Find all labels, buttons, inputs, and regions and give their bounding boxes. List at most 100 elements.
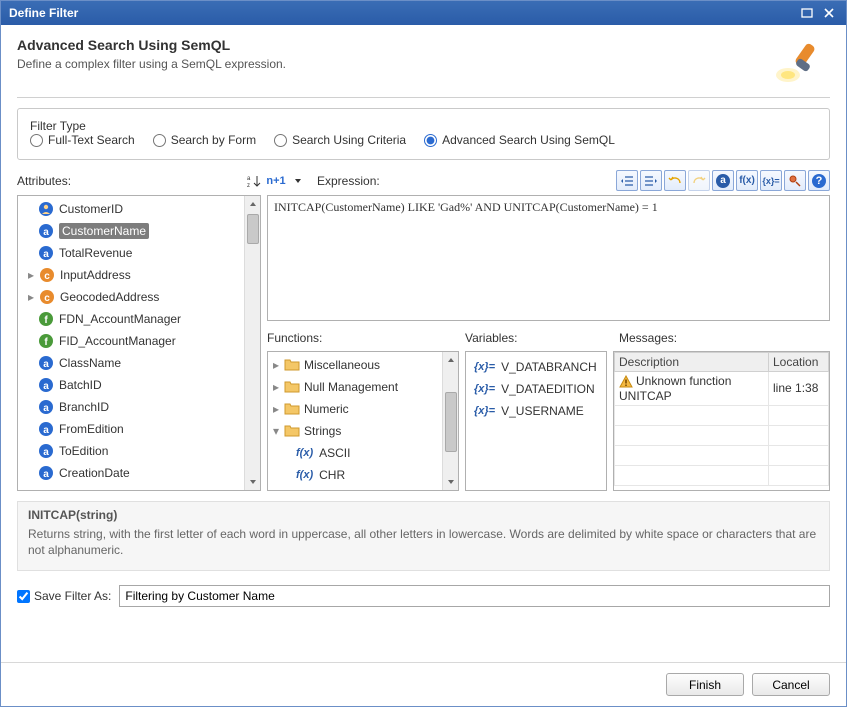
disclosure-icon[interactable]: ▾ xyxy=(272,424,280,438)
disclosure-icon[interactable]: ▸ xyxy=(272,358,280,372)
radio-full-text-search[interactable]: Full-Text Search xyxy=(30,133,135,147)
attributes-label: Attributes: xyxy=(17,174,245,188)
message-row[interactable]: Unknown function UNITCAPline 1:38 xyxy=(615,371,829,405)
functions-label: Functions: xyxy=(267,331,459,345)
attribute-item-branchid[interactable]: aBranchID xyxy=(20,396,242,418)
attribute-item-classname[interactable]: aClassName xyxy=(20,352,242,374)
disclosure-icon[interactable]: ▸ xyxy=(272,380,280,394)
svg-text:c: c xyxy=(44,293,50,304)
var-icon: {x}= xyxy=(474,361,495,373)
col-description[interactable]: Description xyxy=(615,352,769,371)
titlebar: Define Filter xyxy=(1,1,846,25)
attribute-item-customername[interactable]: aCustomerName xyxy=(20,220,242,242)
chevron-down-icon[interactable] xyxy=(289,172,307,190)
attributes-tree: CustomerIDaCustomerNameaTotalRevenue▸cIn… xyxy=(17,195,261,491)
find-button[interactable] xyxy=(784,170,806,191)
fx-icon: f(x) xyxy=(296,447,313,459)
messages-label: Messages: xyxy=(619,331,677,345)
help-box: INITCAP(string) Returns string, with the… xyxy=(17,501,830,571)
attribute-item-inputaddress[interactable]: ▸cInputAddress xyxy=(20,264,242,286)
attribute-item-fid_accountmanager[interactable]: fFID_AccountManager xyxy=(20,330,242,352)
variable-v_dataedition[interactable]: {x}=V_DATAEDITION xyxy=(470,378,602,400)
folder-miscellaneous[interactable]: ▸Miscellaneous xyxy=(272,354,440,376)
col-location[interactable]: Location xyxy=(769,352,829,371)
disclosure-icon[interactable]: ▸ xyxy=(272,402,280,416)
attributes-scrollbar[interactable] xyxy=(244,196,260,490)
save-filter-row: Save Filter As: xyxy=(17,585,830,607)
disclosure-icon[interactable]: ▸ xyxy=(28,268,34,282)
scroll-down-icon[interactable] xyxy=(245,474,261,490)
cancel-button[interactable]: Cancel xyxy=(752,673,830,696)
attr-icon: a xyxy=(38,399,54,415)
folder-icon xyxy=(284,423,300,439)
undo-button[interactable] xyxy=(664,170,686,191)
attribute-item-creationdate[interactable]: aCreationDate xyxy=(20,462,242,484)
folder-numeric[interactable]: ▸Numeric xyxy=(272,398,440,420)
folder-strings[interactable]: ▾Strings xyxy=(272,420,440,442)
function-ascii[interactable]: f(x)ASCII xyxy=(272,442,440,464)
svg-text:a: a xyxy=(43,249,49,260)
insert-variable-button[interactable]: {x}= xyxy=(760,170,782,191)
svg-text:a: a xyxy=(43,227,49,238)
scroll-down-icon[interactable] xyxy=(443,474,459,490)
scroll-thumb[interactable] xyxy=(247,214,259,244)
header: Advanced Search Using SemQL Define a com… xyxy=(1,25,846,93)
attribute-item-batchid[interactable]: aBatchID xyxy=(20,374,242,396)
divider xyxy=(17,97,830,98)
mid-toolbar-row: Attributes: az n+1 Expression: a f(x) {x… xyxy=(17,170,830,191)
folder-null-management[interactable]: ▸Null Management xyxy=(272,376,440,398)
variables-panel: {x}=V_DATABRANCH{x}=V_DATAEDITION{x}=V_U… xyxy=(465,351,607,491)
finish-button[interactable]: Finish xyxy=(666,673,744,696)
radio-search-using-criteria[interactable]: Search Using Criteria xyxy=(274,133,406,147)
attribute-item-fromedition[interactable]: aFromEdition xyxy=(20,418,242,440)
variable-v_databranch[interactable]: {x}=V_DATABRANCH xyxy=(470,356,602,378)
svg-text:a: a xyxy=(43,425,49,436)
disclosure-icon[interactable]: ▸ xyxy=(28,290,34,304)
close-icon[interactable] xyxy=(820,5,838,21)
svg-text:a: a xyxy=(43,469,49,480)
attribute-item-geocodedaddress[interactable]: ▸cGeocodedAddress xyxy=(20,286,242,308)
variable-v_username[interactable]: {x}=V_USERNAME xyxy=(470,400,602,422)
variables-label: Variables: xyxy=(465,331,613,345)
attribute-item-toedition[interactable]: aToEdition xyxy=(20,440,242,462)
insert-function-button[interactable]: f(x) xyxy=(736,170,758,191)
sort-alpha-icon[interactable]: az xyxy=(245,172,263,190)
svg-text:a: a xyxy=(43,381,49,392)
radio-search-by-form[interactable]: Search by Form xyxy=(153,133,256,147)
scroll-up-icon[interactable] xyxy=(443,352,459,368)
scroll-thumb[interactable] xyxy=(445,392,457,452)
attribute-item-totalrevenue[interactable]: aTotalRevenue xyxy=(20,242,242,264)
attr-icon: a xyxy=(38,421,54,437)
attribute-item-fdn_accountmanager[interactable]: fFDN_AccountManager xyxy=(20,308,242,330)
radio-advanced-search-semql[interactable]: Advanced Search Using SemQL xyxy=(424,133,615,147)
attr-icon: c xyxy=(39,267,55,283)
expression-editor[interactable]: INITCAP(CustomerName) LIKE 'Gad%' AND UN… xyxy=(267,195,830,321)
scroll-up-icon[interactable] xyxy=(245,196,261,212)
outdent-button[interactable] xyxy=(616,170,638,191)
save-filter-check[interactable] xyxy=(17,590,30,603)
messages-table: Description Location Unknown function UN… xyxy=(614,352,829,486)
var-icon: {x}= xyxy=(474,383,495,395)
filter-type-group: Filter Type Full-Text Search Search by F… xyxy=(17,108,830,160)
page-title: Advanced Search Using SemQL xyxy=(17,37,774,53)
attr-icon: a xyxy=(38,443,54,459)
redo-button[interactable] xyxy=(688,170,710,191)
maximize-icon[interactable] xyxy=(798,5,816,21)
insert-attribute-button[interactable]: a xyxy=(712,170,734,191)
svg-text:a: a xyxy=(43,359,49,370)
indent-button[interactable] xyxy=(640,170,662,191)
svg-text:a: a xyxy=(43,447,49,458)
window-title: Define Filter xyxy=(9,6,794,20)
save-filter-name-input[interactable] xyxy=(119,585,830,607)
footer: Finish Cancel xyxy=(1,662,846,706)
save-filter-checkbox[interactable]: Save Filter As: xyxy=(17,589,111,603)
attribute-item-customerid[interactable]: CustomerID xyxy=(20,198,242,220)
attr-icon: a xyxy=(38,465,54,481)
function-chr[interactable]: f(x)CHR xyxy=(272,464,440,486)
depth-tool[interactable]: n+1 xyxy=(267,172,285,190)
functions-scrollbar[interactable] xyxy=(442,352,458,490)
svg-text:a: a xyxy=(247,176,251,182)
help-button[interactable]: ? xyxy=(808,170,830,191)
help-title: INITCAP(string) xyxy=(28,508,819,522)
warning-icon xyxy=(619,375,633,389)
